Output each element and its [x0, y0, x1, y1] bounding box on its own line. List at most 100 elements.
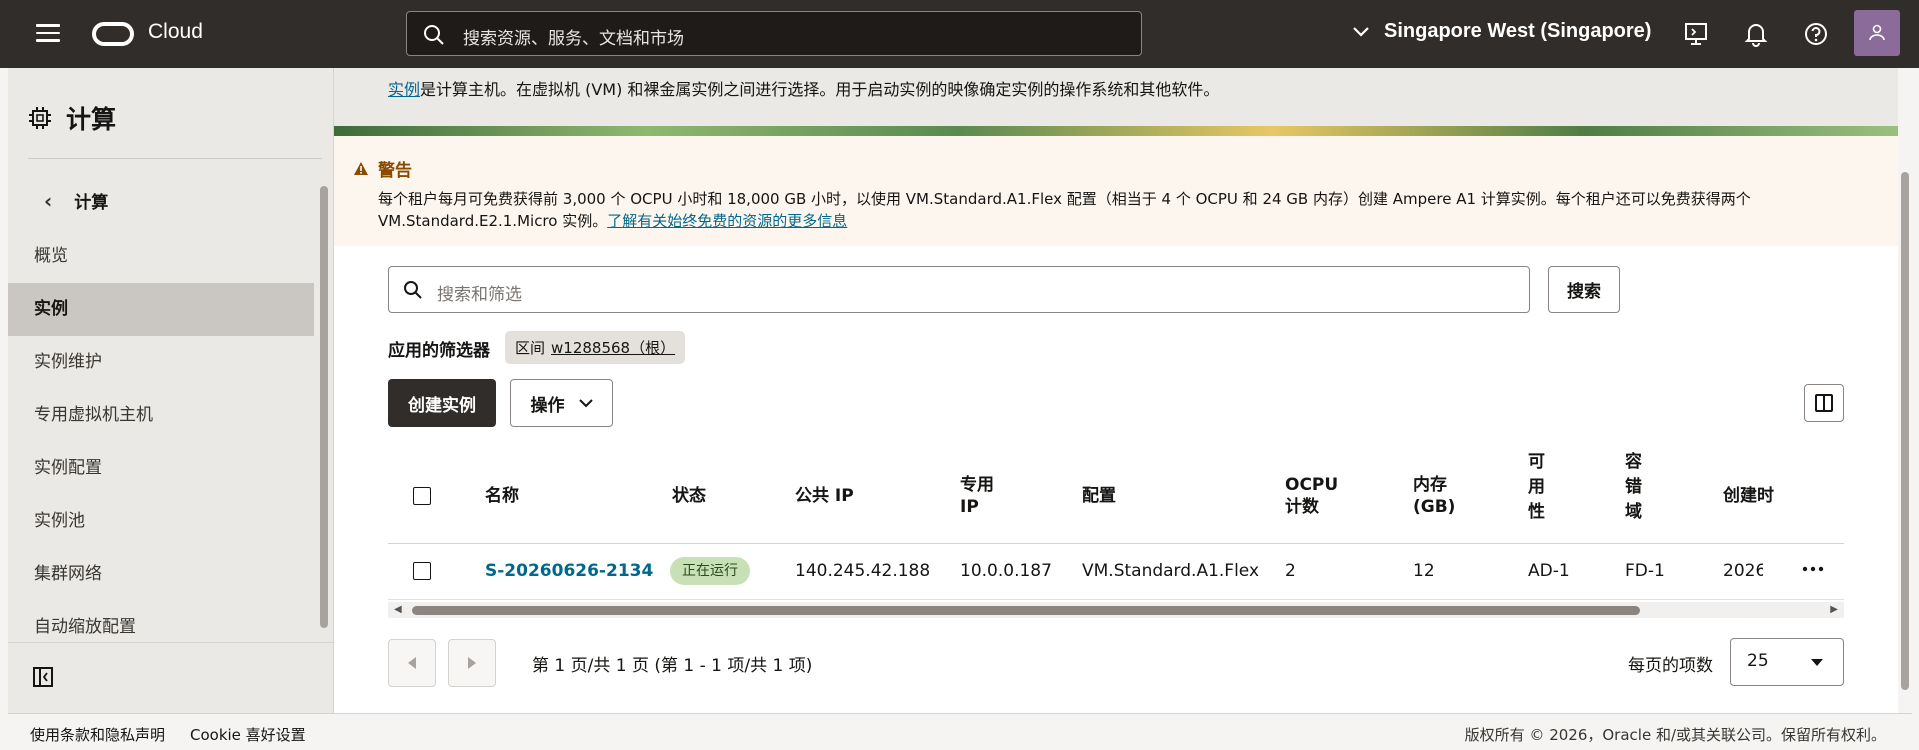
- cookie-preferences-link[interactable]: Cookie 喜好设置: [190, 724, 306, 745]
- chevron-left-icon: ‹: [44, 188, 53, 213]
- sidebar-title: 计算: [28, 100, 116, 136]
- col-status[interactable]: 状态: [672, 485, 706, 507]
- search-button[interactable]: 搜索: [1548, 266, 1620, 313]
- col-fd-line3: 域: [1625, 502, 1642, 522]
- region-label: Singapore West (Singapore): [1384, 20, 1652, 42]
- created-value: 2026: [1723, 561, 1763, 581]
- col-public-ip[interactable]: 公共 IP: [795, 485, 854, 507]
- fd-value: FD-1: [1625, 561, 1665, 581]
- warning-icon: [354, 162, 368, 175]
- user-icon: [1869, 24, 1885, 41]
- next-page-button[interactable]: [448, 639, 496, 687]
- cloud-shell-icon[interactable]: [1682, 20, 1710, 48]
- col-name[interactable]: 名称: [485, 485, 519, 507]
- instance-name-link[interactable]: S-20260626-2134: [485, 561, 653, 581]
- sidebar-scrollbar[interactable]: [318, 176, 328, 696]
- per-page-label: 每页的项数: [1628, 656, 1713, 676]
- sidebar-nav: 概览 实例 实例维护 专用虚拟机主机 实例配置 实例池 集群网络 自动缩放配置: [8, 230, 314, 654]
- caret-right-icon: [468, 657, 476, 669]
- select-all-checkbox[interactable]: [413, 487, 431, 505]
- col-ocpu-line2: 计数: [1285, 497, 1319, 517]
- sidebar-item-instances[interactable]: 实例: [8, 283, 314, 336]
- table-scroll-thumb[interactable]: [412, 606, 1640, 615]
- more-actions-icon[interactable]: [1802, 566, 1824, 572]
- column-settings-button[interactable]: [1804, 384, 1844, 422]
- public-ip-value: 140.245.42.188: [795, 561, 931, 581]
- search-placeholder: 搜索资源、服务、文档和市场: [463, 29, 684, 49]
- region-selector[interactable]: Singapore West (Singapore): [1352, 20, 1651, 43]
- bell-icon[interactable]: [1742, 20, 1770, 48]
- row-checkbox[interactable]: [413, 562, 431, 580]
- filter-search-input[interactable]: 搜索和筛选: [388, 266, 1530, 313]
- columns-icon: [1815, 394, 1833, 412]
- warning-title: 警告: [354, 156, 412, 181]
- col-ocpu[interactable]: OCPU 计数: [1285, 474, 1338, 518]
- table-header: 名称 状态 公共 IP 专用 IP 配置 OCPU 计数 内存 (GB) 可用性 容错…: [388, 448, 1844, 544]
- sidebar-item-cluster-networks[interactable]: 集群网络: [8, 548, 314, 601]
- intro-description: 是计算主机。在虚拟机 (VM) 和裸金属实例之间进行选择。用于启动实例的映像确定…: [420, 80, 1220, 99]
- private-ip-value: 10.0.0.187: [960, 561, 1052, 581]
- col-memory[interactable]: 内存 (GB): [1413, 474, 1455, 518]
- collapse-sidebar-icon[interactable]: [32, 666, 54, 688]
- search-icon: [404, 281, 422, 299]
- col-fault-domain[interactable]: 容错域: [1625, 450, 1642, 525]
- col-private-ip-line1: 专用: [960, 475, 994, 495]
- col-created[interactable]: 创建时: [1723, 485, 1779, 507]
- sidebar-back-link[interactable]: ‹ 计算: [44, 188, 109, 214]
- intro-text: 实例是计算主机。在虚拟机 (VM) 和裸金属实例之间进行选择。用于启动实例的映像…: [388, 76, 1219, 100]
- shape-value: VM.Standard.A1.Flex: [1082, 561, 1260, 581]
- page-intro: 实例是计算主机。在虚拟机 (VM) 和裸金属实例之间进行选择。用于启动实例的映像…: [334, 68, 1898, 126]
- caret-down-icon: [1811, 659, 1823, 666]
- sidebar-item-overview[interactable]: 概览: [8, 230, 314, 283]
- actions-dropdown[interactable]: 操作: [510, 379, 613, 427]
- main-scrollbar[interactable]: [1898, 68, 1912, 713]
- copyright-text: 版权所有 © 2026，Oracle 和/或其关联公司。保留所有权利。: [1464, 726, 1886, 744]
- applied-filters-label: 应用的筛选器: [388, 341, 490, 361]
- scroll-left-arrow-icon[interactable]: ◀: [394, 604, 402, 615]
- warning-body: 每个租户每月可免费获得前 3,000 个 OCPU 小时和 18,000 GB …: [378, 188, 1888, 232]
- user-avatar[interactable]: [1854, 10, 1900, 56]
- main-scroll-thumb[interactable]: [1901, 172, 1909, 690]
- per-page-value: 25: [1747, 651, 1769, 671]
- compute-chip-icon: [29, 107, 51, 129]
- instances-doc-link[interactable]: 实例: [388, 80, 420, 99]
- search-icon: [424, 25, 444, 45]
- col-memory-line2: (GB): [1413, 497, 1456, 517]
- col-availability-domain[interactable]: 可用性: [1528, 450, 1545, 525]
- sidebar-scroll-thumb[interactable]: [320, 186, 328, 628]
- sidebar-divider: [28, 158, 322, 159]
- ad-value: AD-1: [1528, 561, 1570, 581]
- col-ocpu-line1: OCPU: [1285, 475, 1339, 495]
- sidebar-item-dedicated-vm-hosts[interactable]: 专用虚拟机主机: [8, 389, 314, 442]
- sidebar-back-label: 计算: [74, 193, 109, 213]
- footer: 使用条款和隐私声明 Cookie 喜好设置 版权所有 © 2026，Oracle…: [8, 713, 1912, 750]
- sidebar-item-instance-configurations[interactable]: 实例配置: [8, 442, 314, 495]
- sidebar-item-instance-maintenance[interactable]: 实例维护: [8, 336, 314, 389]
- sidebar-item-autoscaling[interactable]: 自动缩放配置: [8, 601, 314, 654]
- sidebar-item-instance-pools[interactable]: 实例池: [8, 495, 314, 548]
- global-search-input[interactable]: 搜索资源、服务、文档和市场: [406, 11, 1142, 56]
- col-fd-line1: 容: [1625, 452, 1642, 472]
- create-instance-button[interactable]: 创建实例: [388, 379, 496, 427]
- terms-privacy-link[interactable]: 使用条款和隐私声明: [30, 724, 165, 745]
- menu-icon[interactable]: [36, 24, 60, 44]
- status-badge: 正在运行: [670, 557, 750, 585]
- scroll-right-arrow-icon[interactable]: ▶: [1830, 604, 1838, 615]
- col-private-ip[interactable]: 专用 IP: [960, 474, 994, 518]
- oracle-logo[interactable]: [92, 22, 134, 46]
- warning-alert: 警告 每个租户每月可免费获得前 3,000 个 OCPU 小时和 18,000 …: [334, 136, 1898, 246]
- caret-left-icon: [408, 657, 416, 669]
- per-page-select[interactable]: 25: [1730, 638, 1844, 686]
- always-free-link[interactable]: 了解有关始终免费的资源的更多信息: [607, 212, 847, 230]
- previous-page-button[interactable]: [388, 639, 436, 687]
- main-content: 实例是计算主机。在虚拟机 (VM) 和裸金属实例之间进行选择。用于启动实例的映像…: [334, 68, 1898, 713]
- help-icon[interactable]: [1802, 20, 1830, 48]
- chip-key: 区间: [515, 339, 546, 357]
- col-shape[interactable]: 配置: [1082, 485, 1116, 507]
- table-horizontal-scrollbar[interactable]: ◀ ▶: [388, 602, 1844, 618]
- brand-name[interactable]: Cloud: [148, 20, 203, 44]
- col-ad-line3: 性: [1528, 502, 1545, 522]
- compartment-filter-chip[interactable]: 区间 w1288568（根）: [505, 331, 686, 364]
- col-ad-line2: 用: [1528, 477, 1545, 497]
- chip-value[interactable]: w1288568（根）: [551, 337, 675, 358]
